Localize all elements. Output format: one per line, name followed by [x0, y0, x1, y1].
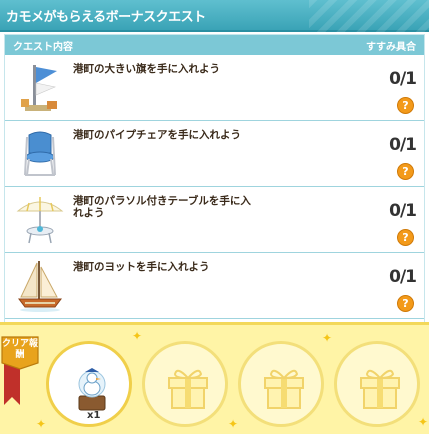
parasol-table-icon: [16, 197, 64, 244]
reward-area: クリア報酬 x1 ✦ ✦ ✦ ✦ ✦: [0, 322, 429, 434]
sparkle-icon: ✦: [418, 415, 429, 429]
column-progress-label: すすみ具合: [366, 42, 416, 53]
reward-badge-label: クリア報酬: [1, 339, 38, 360]
quest-progress: 0/1: [389, 135, 417, 155]
quest-panel: クエスト内容 すすみ具合 港町の大きい旗を手に入れよう 0/1 ? 港町のパイプ…: [4, 34, 425, 324]
help-icon[interactable]: ?: [397, 97, 414, 114]
gift-icon: [264, 369, 304, 409]
column-header: クエスト内容 すすみ具合: [5, 35, 424, 55]
yacht-icon: [18, 261, 62, 312]
seagull-reward-icon: [78, 368, 106, 411]
reward-slot[interactable]: [142, 341, 228, 427]
help-icon[interactable]: ?: [397, 295, 414, 312]
sparkle-icon: ✦: [132, 329, 143, 343]
page-title: カモメがもらえるボーナスクエスト: [6, 10, 206, 25]
quest-row: 港町のパラソル付きテーブルを手に入れよう 0/1 ?: [5, 187, 424, 253]
quest-row: 港町の大きい旗を手に入れよう 0/1 ?: [5, 55, 424, 121]
quest-row: 港町のヨットを手に入れよう 0/1 ?: [5, 253, 424, 319]
reward-slot[interactable]: x1: [46, 341, 132, 427]
gift-icon: [360, 369, 400, 409]
quest-text: 港町の大きい旗を手に入れよう: [73, 63, 220, 75]
help-icon[interactable]: ?: [397, 229, 414, 246]
quest-text: 港町のパイプチェアを手に入れよう: [73, 129, 241, 141]
sparkle-icon: ✦: [322, 331, 333, 345]
help-icon[interactable]: ?: [397, 163, 414, 180]
quest-row: 港町のパイプチェアを手に入れよう 0/1 ?: [5, 121, 424, 187]
quest-progress: 0/1: [389, 69, 417, 89]
title-bar: カモメがもらえるボーナスクエスト: [0, 0, 429, 32]
quest-text: 港町のパラソル付きテーブルを手に入れよう: [73, 195, 251, 219]
column-quest-label: クエスト内容: [13, 42, 73, 53]
quest-progress: 0/1: [389, 267, 417, 287]
quest-text: 港町のヨットを手に入れよう: [73, 261, 210, 273]
sparkle-icon: ✦: [36, 417, 47, 431]
reward-slot[interactable]: [334, 341, 420, 427]
reward-count: x1: [87, 410, 101, 421]
gift-icon: [168, 369, 208, 409]
sparkle-icon: ✦: [228, 417, 239, 431]
quest-progress: 0/1: [389, 201, 417, 221]
chair-icon: [24, 131, 56, 176]
reward-slot[interactable]: [238, 341, 324, 427]
flag-icon: [21, 65, 57, 111]
